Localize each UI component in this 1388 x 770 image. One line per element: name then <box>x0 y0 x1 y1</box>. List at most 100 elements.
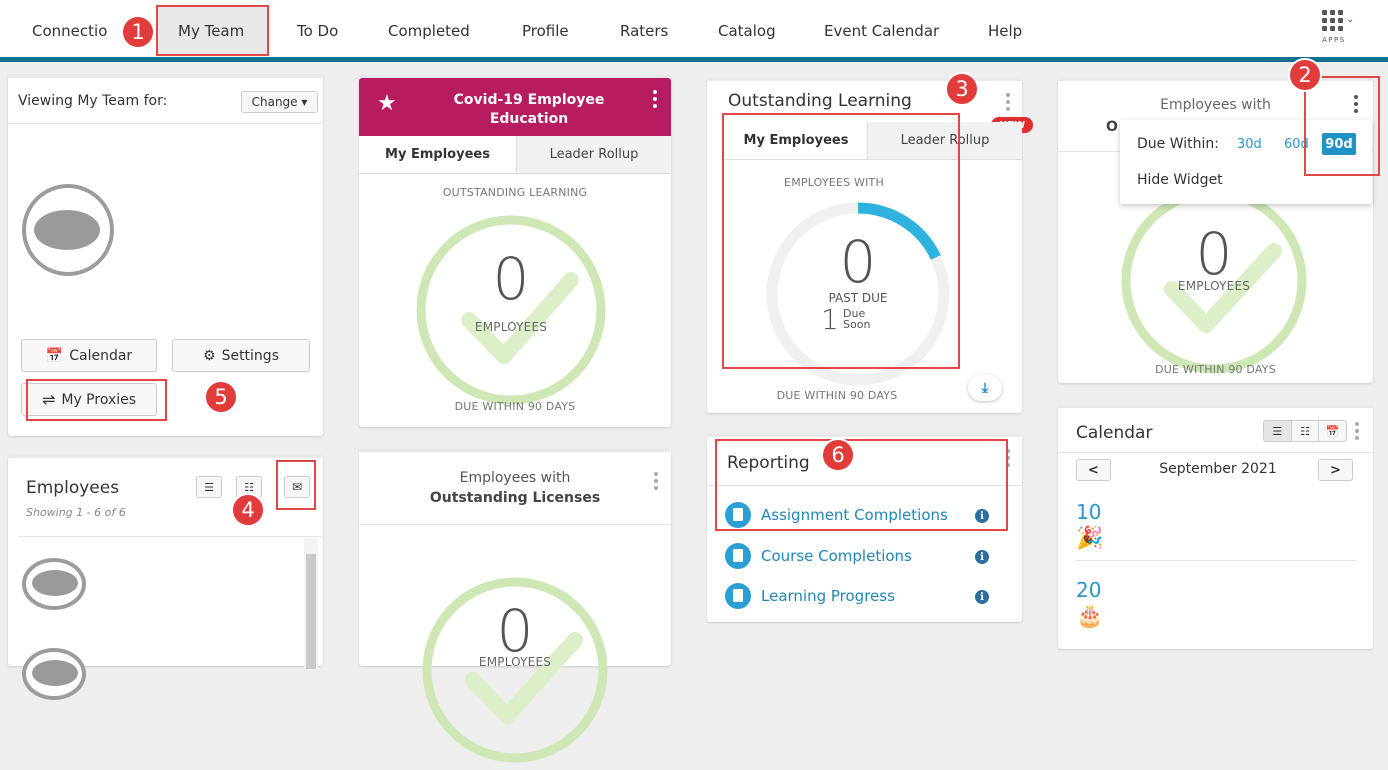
document-icon <box>725 543 751 569</box>
employee-avatar[interactable] <box>22 558 86 610</box>
callout-badge-6: 6 <box>821 438 855 472</box>
week-view-icon[interactable]: ☷ <box>1290 421 1319 441</box>
month-view-icon[interactable]: 📅 <box>1318 421 1346 441</box>
calendar-card: Calendar ☰ ☷ 📅 < September 2021 > 10 🎉 2… <box>1058 405 1373 649</box>
covid-education-card: ★ Covid-19 Employee Education My Employe… <box>359 75 671 427</box>
highlight-box-my-proxies <box>26 379 167 421</box>
apps-grid-icon <box>1322 10 1344 32</box>
widget4-count-label: EMPLOYEES <box>1177 279 1251 293</box>
hide-widget-item[interactable]: Hide Widget <box>1137 172 1223 188</box>
employees-divider <box>18 536 322 537</box>
covid-tab-leader-rollup[interactable]: Leader Rollup <box>516 136 671 174</box>
calendar-event-day[interactable]: 10 <box>1076 500 1101 524</box>
highlight-box-email <box>276 460 316 510</box>
nav-completed[interactable]: Completed <box>388 17 470 45</box>
info-icon[interactable]: i <box>975 550 989 564</box>
gear-icon: ⚙ <box>203 347 216 364</box>
nav-connections[interactable]: Connectio <box>32 17 107 45</box>
list-view-icon[interactable]: ☰ <box>1264 421 1291 441</box>
covid-title-line1: Covid-19 Employee <box>453 92 605 108</box>
licenses-card: Employees with Outstanding Licenses 0 EM… <box>359 449 671 763</box>
apps-menu[interactable]: ⌄ APPS <box>1322 10 1368 48</box>
licenses-divider <box>359 524 671 525</box>
employees-showing-count: Showing 1 - 6 of 6 <box>26 506 126 519</box>
avatar-redacted <box>32 660 78 686</box>
report-link[interactable]: Course Completions <box>761 547 912 565</box>
calendar-month-label: September 2021 <box>1159 461 1277 477</box>
calendar-next-button[interactable]: > <box>1318 459 1353 481</box>
download-icon[interactable]: ⤓ <box>968 375 1002 401</box>
calendar-prev-button[interactable]: < <box>1076 459 1111 481</box>
calendar-button[interactable]: 📅 Calendar <box>21 339 157 372</box>
calendar-menu-icon[interactable] <box>1354 422 1360 440</box>
outstanding-title: Outstanding Learning <box>728 91 912 111</box>
licenses-title-line1: Employees with <box>459 470 571 486</box>
callout-badge-1: 1 <box>121 15 155 49</box>
nav-profile[interactable]: Profile <box>522 17 569 45</box>
widget4-count: 0 <box>1195 220 1233 288</box>
covid-menu-icon[interactable] <box>652 90 658 108</box>
nav-raters[interactable]: Raters <box>620 17 668 45</box>
list-icon: ☰ <box>204 480 214 494</box>
calendar-button-label: Calendar <box>69 347 133 364</box>
callout-badge-4: 4 <box>231 493 265 527</box>
due-within-label: Due Within: <box>1137 136 1219 152</box>
avatar-redacted <box>32 570 78 596</box>
employees-title: Employees <box>26 478 120 498</box>
calendar-title: Calendar <box>1076 423 1153 443</box>
licenses-count: 0 <box>496 597 534 665</box>
star-icon[interactable]: ★ <box>377 91 397 116</box>
due-option-30d[interactable]: 30d <box>1237 137 1262 152</box>
settings-button-label: Settings <box>221 347 279 364</box>
licenses-menu-icon[interactable] <box>653 472 659 490</box>
info-icon[interactable]: i <box>975 590 989 604</box>
calendar-view-switcher: ☰ ☷ 📅 <box>1263 420 1347 442</box>
widget4-caption-bottom: DUE WITHIN 90 DAYS <box>1155 363 1276 376</box>
manager-avatar <box>22 184 114 276</box>
nav-catalog[interactable]: Catalog <box>718 17 776 45</box>
viewing-team-label: Viewing My Team for: <box>18 93 168 109</box>
settings-button[interactable]: ⚙ Settings <box>172 339 310 372</box>
chevron-down-icon: ⌄ <box>1346 14 1355 25</box>
nav-help[interactable]: Help <box>988 17 1022 45</box>
apps-label: APPS <box>1322 36 1346 44</box>
highlight-box-my-team <box>156 5 269 56</box>
birthday-cake-icon: 🎂 <box>1076 604 1104 629</box>
party-popper-icon: 🎉 <box>1076 526 1104 551</box>
callout-badge-2: 2 <box>1288 58 1322 92</box>
outstanding-menu-icon[interactable] <box>1005 93 1011 111</box>
avatar-redacted <box>34 210 100 250</box>
covid-caption-bottom: DUE WITHIN 90 DAYS <box>454 400 576 413</box>
nav-event-calendar[interactable]: Event Calendar <box>824 17 939 45</box>
covid-title: Covid-19 Employee Education <box>429 91 629 129</box>
covid-tab-my-employees[interactable]: My Employees <box>359 136 516 174</box>
org-chart-icon: ☷ <box>244 480 254 494</box>
list-view-button[interactable]: ☰ <box>196 476 222 498</box>
covid-caption-top: OUTSTANDING LEARNING <box>442 186 588 199</box>
callout-badge-5: 5 <box>204 380 238 414</box>
calendar-event-day[interactable]: 20 <box>1076 578 1101 602</box>
nav-to-do[interactable]: To Do <box>297 17 338 45</box>
employees-scrollbar-thumb[interactable] <box>306 554 316 669</box>
report-learning-progress[interactable]: Learning Progress <box>725 583 895 609</box>
covid-title-line2: Education <box>489 111 569 127</box>
calendar-event-divider <box>1076 560 1356 561</box>
covid-count: 0 <box>492 245 530 313</box>
licenses-title-line2: Outstanding Licenses <box>429 490 601 506</box>
callout-badge-3: 3 <box>945 72 979 106</box>
document-icon <box>725 583 751 609</box>
report-course-completions[interactable]: Course Completions <box>725 543 912 569</box>
highlight-box-outstanding <box>722 113 960 369</box>
nav-accent-bar <box>0 57 1388 62</box>
calendar-icon: 📅 <box>45 347 64 364</box>
covid-count-label: EMPLOYEES <box>474 320 548 334</box>
licenses-count-label: EMPLOYEES <box>478 655 552 669</box>
change-team-button[interactable]: Change ▾ <box>241 91 318 113</box>
outstanding-caption-bottom: DUE WITHIN 90 DAYS <box>776 389 898 402</box>
widget4-title-partial: O <box>1106 119 1118 135</box>
employee-avatar[interactable] <box>22 648 86 700</box>
report-link[interactable]: Learning Progress <box>761 587 895 605</box>
highlight-box-widget-menu <box>1304 76 1380 176</box>
highlight-box-reporting <box>715 439 1008 531</box>
calendar-divider <box>1058 452 1373 453</box>
